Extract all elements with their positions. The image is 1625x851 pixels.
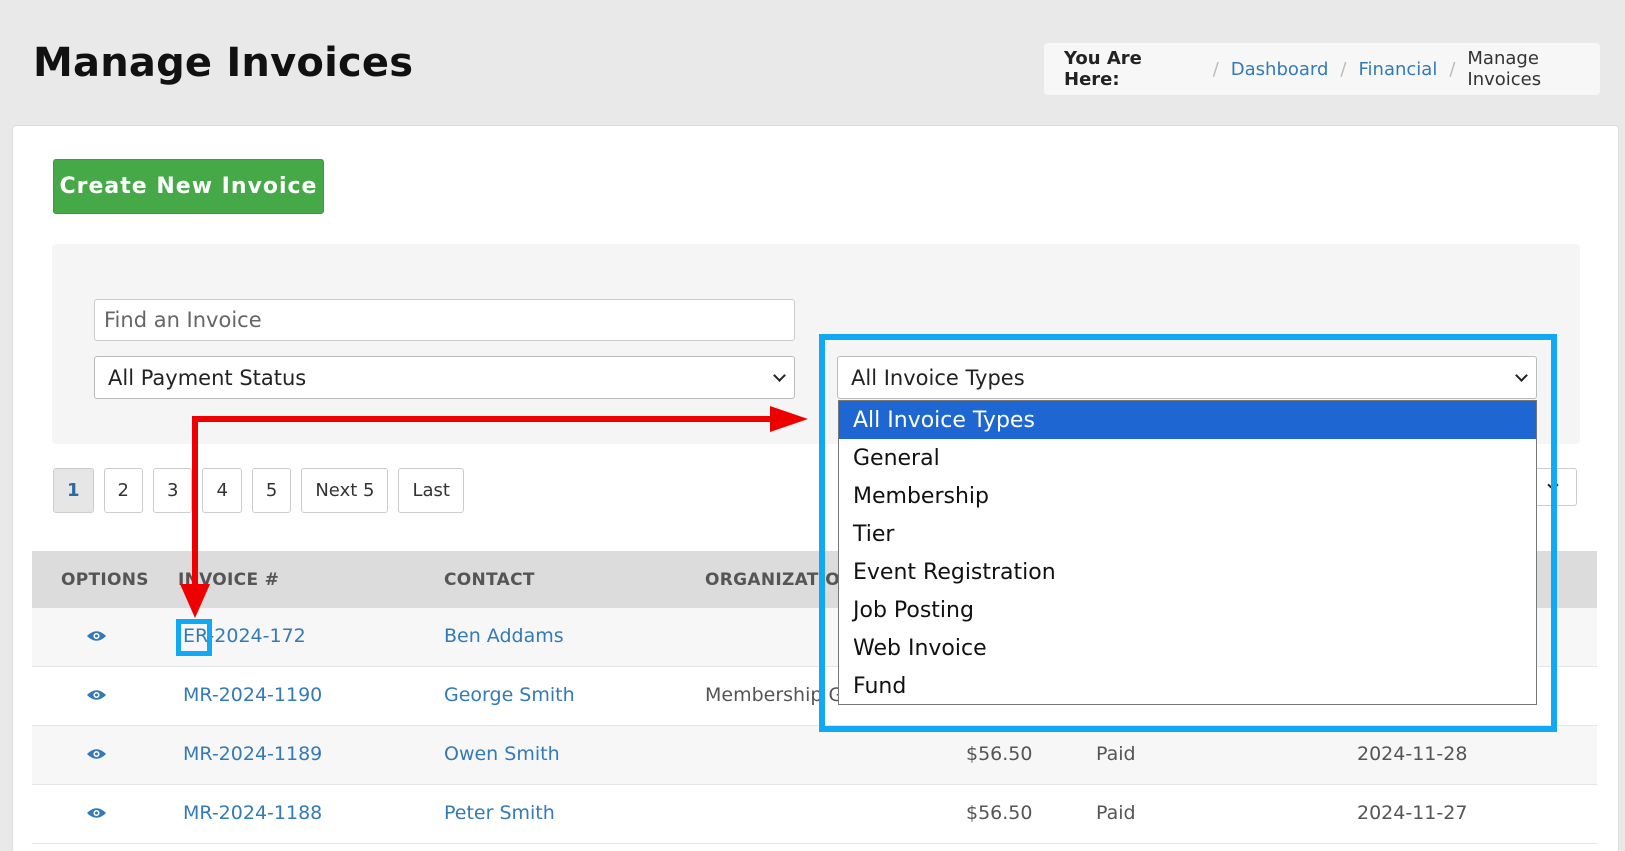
option-tier[interactable]: Tier <box>839 515 1536 553</box>
invoice-date: 2024-11-27 <box>1357 802 1468 824</box>
contact-name[interactable]: Ben Addams <box>444 625 564 647</box>
contact-name[interactable]: Owen Smith <box>444 743 560 765</box>
eye-icon[interactable] <box>86 806 107 820</box>
page-title: Manage Invoices <box>33 40 414 86</box>
breadcrumb-dashboard[interactable]: Dashboard <box>1231 59 1329 80</box>
payment-status: Paid <box>1096 802 1136 824</box>
eye-icon[interactable] <box>86 629 107 643</box>
page-5-button[interactable]: 5 <box>251 468 292 513</box>
amount: $56.50 <box>966 743 1033 765</box>
option-job-posting[interactable]: Job Posting <box>839 591 1536 629</box>
option-all-invoice-types[interactable]: All Invoice Types <box>839 401 1536 439</box>
invoice-number[interactable]: ER-2024-172 <box>183 625 306 647</box>
contact-name[interactable]: Peter Smith <box>444 802 555 824</box>
contact-name[interactable]: George Smith <box>444 684 575 706</box>
breadcrumb-separator: / <box>1340 58 1347 80</box>
page-2-button[interactable]: 2 <box>103 468 143 513</box>
header-options: OPTIONS <box>61 570 149 590</box>
table-row: MR-2024-1189 Owen Smith $56.50 Paid 2024… <box>32 726 1597 785</box>
page-3-button[interactable]: 3 <box>152 468 193 513</box>
last-page-button[interactable]: Last <box>398 468 464 513</box>
eye-icon[interactable] <box>86 688 107 702</box>
payment-status: Paid <box>1096 743 1136 765</box>
eye-icon[interactable] <box>86 747 107 761</box>
chevron-down-icon <box>773 368 786 382</box>
invoice-type-value: All Invoice Types <box>851 365 1025 390</box>
page-4-button[interactable]: 4 <box>202 468 242 513</box>
invoice-date: 2024-11-28 <box>1357 743 1468 765</box>
header-contact: CONTACT <box>444 570 535 590</box>
option-membership[interactable]: Membership <box>839 477 1536 515</box>
breadcrumb-separator: / <box>1212 58 1219 80</box>
pagination: 1 2 3 4 5 Next 5 Last <box>53 468 464 513</box>
breadcrumb-separator: / <box>1449 58 1456 80</box>
breadcrumb-current: Manage Invoices <box>1467 48 1542 90</box>
create-new-invoice-button[interactable]: Create New Invoice <box>53 159 324 214</box>
amount: $56.50 <box>966 802 1033 824</box>
payment-status-select[interactable]: All Payment Status <box>94 356 795 399</box>
header-organization: ORGANIZATION <box>705 570 855 590</box>
breadcrumb-lead: You Are Here: <box>1064 48 1142 90</box>
option-fund[interactable]: Fund <box>839 667 1536 705</box>
breadcrumb: You Are Here: / Dashboard / Financial / … <box>1044 43 1600 95</box>
page-1-button[interactable]: 1 <box>53 468 94 513</box>
table-row: MR-2024-1188 Peter Smith $56.50 Paid 202… <box>32 785 1597 844</box>
invoice-number[interactable]: MR-2024-1189 <box>183 743 322 765</box>
chevron-down-icon <box>1515 368 1528 382</box>
payment-status-value: All Payment Status <box>108 365 307 390</box>
next-5-button[interactable]: Next 5 <box>301 468 389 513</box>
breadcrumb-financial[interactable]: Financial <box>1359 59 1438 80</box>
invoice-number[interactable]: MR-2024-1190 <box>183 684 322 706</box>
page-size-select[interactable] <box>1530 468 1577 506</box>
option-general[interactable]: General <box>839 439 1536 477</box>
invoice-number[interactable]: MR-2024-1188 <box>183 802 322 824</box>
search-input[interactable]: Find an Invoice <box>94 299 795 341</box>
option-web-invoice[interactable]: Web Invoice <box>839 629 1536 667</box>
header-invoice: INVOICE # <box>178 570 280 590</box>
organization-name: Membership Gr <box>705 684 852 706</box>
option-event-registration[interactable]: Event Registration <box>839 553 1536 591</box>
chevron-down-icon <box>1547 479 1559 491</box>
invoice-type-select[interactable]: All Invoice Types <box>837 356 1537 399</box>
invoice-type-dropdown: All Invoice Types General Membership Tie… <box>838 400 1537 705</box>
